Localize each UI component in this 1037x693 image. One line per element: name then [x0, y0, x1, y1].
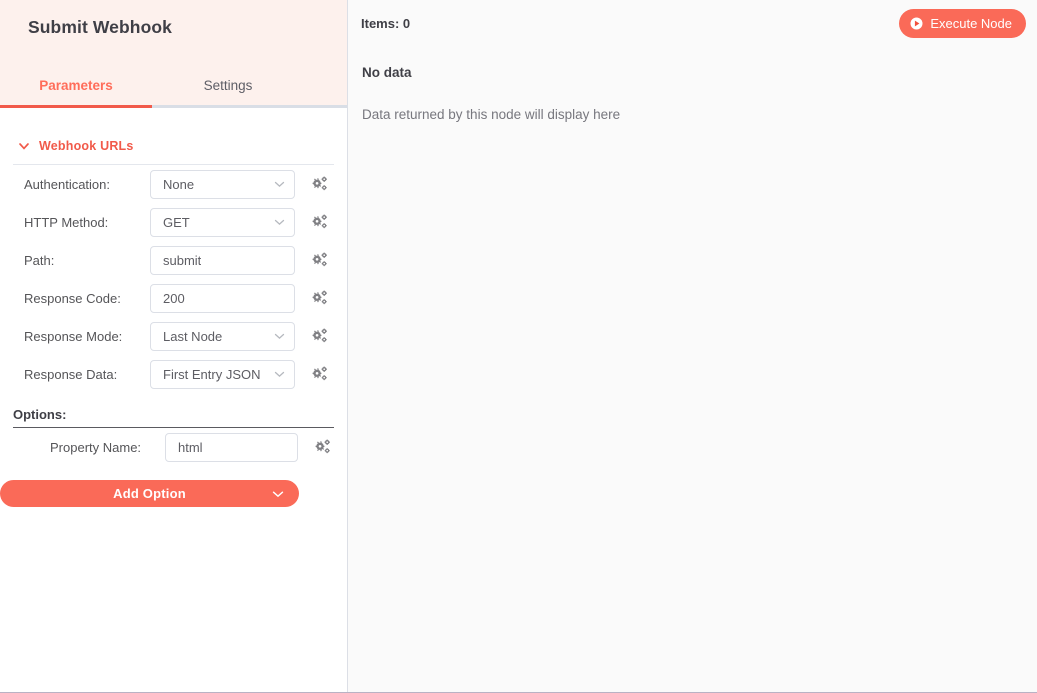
chevron-down-icon — [273, 330, 286, 343]
field-label: Response Data: — [24, 367, 150, 382]
cogs-icon[interactable] — [311, 290, 328, 307]
chevron-down-icon — [271, 487, 285, 501]
execute-node-label: Execute Node — [930, 16, 1012, 31]
field-value: submit — [151, 253, 201, 268]
items-count: Items: 0 — [361, 16, 410, 31]
param-row: Response Code: 200 — [0, 279, 347, 317]
tab-bar: Parameters Settings — [0, 68, 347, 108]
cogs-icon[interactable] — [311, 176, 328, 193]
param-row: Authentication: None — [0, 165, 347, 203]
cogs-icon[interactable] — [311, 252, 328, 269]
path-input[interactable]: submit — [150, 246, 295, 275]
chevron-down-icon — [18, 140, 30, 152]
chevron-down-icon — [273, 178, 286, 191]
empty-state-subtitle: Data returned by this node will display … — [362, 107, 620, 122]
param-row: Response Mode: Last Node — [0, 317, 347, 355]
chevron-down-icon — [273, 216, 286, 229]
parameters-body: Webhook URLs Authentication: None — [0, 108, 347, 507]
response-code-input[interactable]: 200 — [150, 284, 295, 313]
tab-parameters[interactable]: Parameters — [0, 68, 152, 108]
add-option-label: Add Option — [113, 486, 186, 501]
authentication-select[interactable]: None — [150, 170, 295, 199]
options-heading: Options: — [13, 407, 334, 428]
node-output-panel: Items: 0 Execute Node No data Data retur… — [348, 0, 1037, 692]
http-method-select[interactable]: GET — [150, 208, 295, 237]
field-value: None — [151, 177, 194, 192]
execute-node-button[interactable]: Execute Node — [899, 9, 1026, 38]
panel-header: Submit Webhook Parameters Settings — [0, 0, 347, 108]
field-value: 200 — [151, 291, 185, 306]
field-label: Authentication: — [24, 177, 150, 192]
chevron-down-icon — [273, 368, 286, 381]
cogs-icon[interactable] — [311, 366, 328, 383]
field-value: GET — [151, 215, 190, 230]
field-value: First Entry JSON — [151, 367, 261, 382]
cogs-icon[interactable] — [311, 328, 328, 345]
field-label: Path: — [24, 253, 150, 268]
field-label: HTTP Method: — [24, 215, 150, 230]
param-row: Property Name: html — [0, 428, 347, 466]
field-label: Response Mode: — [24, 329, 150, 344]
param-row: Path: submit — [0, 241, 347, 279]
tab-settings[interactable]: Settings — [152, 68, 304, 108]
property-name-input[interactable]: html — [165, 433, 298, 462]
response-data-select[interactable]: First Entry JSON — [150, 360, 295, 389]
field-label: Property Name: — [50, 440, 165, 455]
node-detail-view: Submit Webhook Parameters Settings Webho… — [0, 0, 1037, 693]
add-option-button[interactable]: Add Option — [0, 480, 299, 507]
param-row: Response Data: First Entry JSON — [0, 355, 347, 393]
empty-state-title: No data — [362, 65, 412, 80]
cogs-icon[interactable] — [314, 439, 331, 456]
output-toolbar: Items: 0 Execute Node — [348, 0, 1037, 47]
section-label: Webhook URLs — [39, 139, 134, 153]
param-row: HTTP Method: GET — [0, 203, 347, 241]
field-value: Last Node — [151, 329, 222, 344]
node-settings-panel: Submit Webhook Parameters Settings Webho… — [0, 0, 348, 692]
field-label: Response Code: — [24, 291, 150, 306]
field-value: html — [166, 440, 203, 455]
tab-bar-filler — [304, 68, 347, 108]
play-circle-icon — [910, 17, 923, 30]
page-title: Submit Webhook — [28, 17, 172, 38]
section-toggle-webhook-urls[interactable]: Webhook URLs — [0, 135, 347, 157]
response-mode-select[interactable]: Last Node — [150, 322, 295, 351]
cogs-icon[interactable] — [311, 214, 328, 231]
